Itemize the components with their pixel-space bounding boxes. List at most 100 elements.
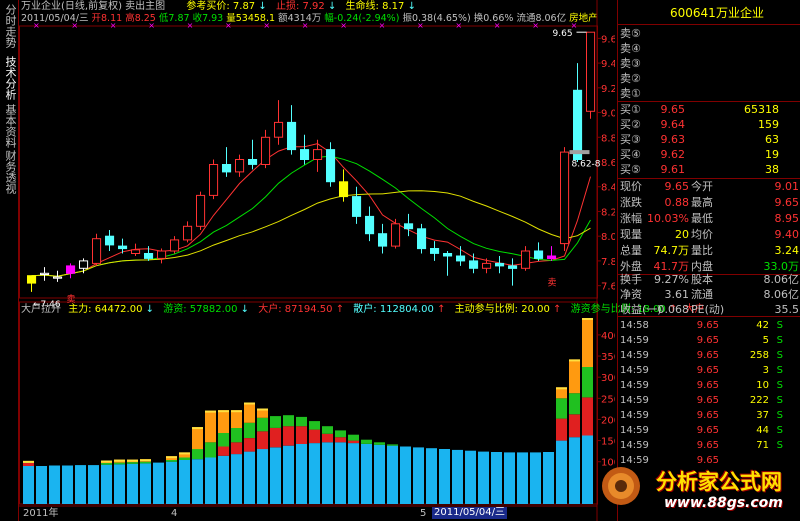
- stat-label: 均价: [691, 228, 713, 241]
- chart-area: 万业企业(日线,前复权) 卖出主图 参考买价: 7.87 ↓ 止损: 7.92 …: [19, 0, 705, 521]
- candle-body: [53, 276, 63, 279]
- tick-side: S: [776, 350, 783, 361]
- volume-bar-segment: [465, 450, 476, 504]
- buy-level-row: 买② 9.64 159: [618, 117, 800, 133]
- stat-label: 总量: [620, 244, 642, 257]
- volume-bar-segment: [582, 318, 593, 367]
- volume-bar-segment: [244, 422, 255, 438]
- buy-price: 9.64: [660, 118, 686, 131]
- volume-bar-segment: [309, 421, 320, 430]
- tick-side: S: [776, 380, 783, 391]
- volume-bar-segment: [335, 437, 346, 443]
- tab-financial[interactable]: 财务透视: [2, 150, 17, 194]
- volume-bar-segment: [361, 444, 372, 504]
- signal-mark: ×: [494, 21, 501, 30]
- volume-bar-segment: [101, 463, 112, 465]
- buy-volume: 65318: [744, 103, 779, 116]
- range-label: 8.62-8: [572, 159, 601, 169]
- candle-body: [274, 121, 284, 138]
- tick-side: S: [776, 395, 783, 406]
- volume-bar-cap: [114, 459, 125, 462]
- tab-basic-info[interactable]: 基本资料: [2, 104, 17, 148]
- volume-tick-label: 20000: [601, 415, 615, 426]
- quote-stat-row: 总量 74.7万 量比 3.24: [618, 243, 800, 259]
- price-tick-label: 9.00: [601, 109, 615, 120]
- stat-value: 8.06亿: [763, 273, 800, 286]
- candle-body: [40, 272, 50, 275]
- volume-bar-segment: [569, 437, 580, 504]
- tab-technical[interactable]: 技术分析: [2, 56, 17, 100]
- volume-bar-segment: [374, 444, 385, 504]
- price-tick-label: 9.40: [601, 59, 615, 70]
- tick-row: 14:59 9.65 3 S: [618, 363, 800, 378]
- arrow-up-icon: ↑: [437, 304, 446, 315]
- candle-body: [352, 196, 362, 217]
- tick-row: 14:59 9.65 5 S: [618, 333, 800, 348]
- stock-name: 万业企业: [716, 6, 765, 20]
- volume-tick-label: 25000: [601, 394, 615, 405]
- buy-level-label: 买③: [620, 133, 641, 146]
- left-tab-bar: 分时走势 技术分析 基本资料 财务透视: [0, 0, 19, 521]
- volume-bar-segment: [218, 446, 229, 456]
- candle-body: [27, 275, 37, 284]
- volume-bar-segment: [556, 398, 567, 419]
- stat-value: 3.61: [664, 288, 690, 301]
- candle-body: [417, 228, 427, 250]
- sell-level-row: 卖②: [618, 71, 800, 87]
- tab-intraday[interactable]: 分时走势: [2, 4, 17, 48]
- candle-body: [508, 265, 518, 269]
- volume-bar-segment: [231, 427, 242, 443]
- tick-time: 14:59: [620, 380, 649, 391]
- tick-row: 14:59 9.65 71 S: [618, 438, 800, 453]
- volume-bar-segment: [153, 462, 164, 504]
- volume-indicator-name[interactable]: 大户拉升: [21, 304, 61, 315]
- candle-body: [157, 250, 167, 259]
- volume-bar-segment: [205, 410, 216, 443]
- tick-row: 14:59 9.65 44 S: [618, 423, 800, 438]
- signal-mark: ×: [379, 21, 386, 30]
- volume-bar-segment: [218, 410, 229, 433]
- candle-body: [79, 260, 89, 269]
- volume-bar-segment: [140, 463, 151, 504]
- volume-bar-segment: [348, 440, 359, 444]
- stat-value: 9.27%: [654, 273, 689, 286]
- price-tick-label: 7.80: [601, 257, 615, 268]
- kline-chart[interactable]: ××××××××××××××× 9.609.409.209.008.808.60…: [19, 0, 615, 521]
- sell-level-label: 卖②: [620, 72, 641, 85]
- stat-label: 涨跌: [620, 196, 642, 209]
- buy-level-label: 买①: [620, 103, 641, 116]
- tick-price: 9.65: [696, 440, 719, 451]
- buy-price: 9.63: [660, 133, 686, 146]
- quote-stat-row: 涨跌 0.88 最高 9.65: [618, 195, 800, 211]
- volume-bar-segment: [270, 447, 281, 504]
- volume-bar-segment: [582, 367, 593, 398]
- arrow-down-icon: ↓: [145, 304, 155, 315]
- volume-bar-segment: [257, 417, 268, 432]
- sell-level-label: 卖④: [620, 42, 641, 55]
- volume-bar-segment: [244, 451, 255, 504]
- tick-row: 14:58 9.65 42 S: [618, 318, 800, 333]
- tick-side: S: [776, 365, 783, 376]
- volume-bar-segment: [348, 434, 359, 441]
- watermark-logo: [598, 463, 644, 509]
- volume-bar-segment: [205, 457, 216, 504]
- signal-mark: ×: [455, 21, 462, 30]
- volume-bar-segment: [127, 463, 138, 504]
- candle-body: [287, 121, 297, 151]
- volume-bar-segment: [504, 452, 515, 504]
- quote-stat-row: 换手 9.27% 股本 8.06亿: [618, 272, 800, 288]
- price-tick-label: 8.20: [601, 207, 615, 218]
- sell-mark: 卖: [548, 278, 557, 289]
- hot-money-label: 游资: 57882.00: [163, 304, 238, 315]
- volume-bar-segment: [478, 451, 489, 504]
- candle-body: [534, 250, 544, 259]
- candle-body: [105, 235, 115, 246]
- volume-bar-cap: [101, 460, 112, 463]
- volume-bar-segment: [296, 416, 307, 427]
- stat-value: 3.24: [774, 244, 800, 257]
- buy-level-label: 买②: [620, 118, 641, 131]
- volume-bar-segment: [62, 465, 73, 504]
- volume-bar-segment: [179, 457, 190, 460]
- retail-label: 散户: 112804.00: [353, 304, 434, 315]
- ma5-line: [31, 143, 591, 277]
